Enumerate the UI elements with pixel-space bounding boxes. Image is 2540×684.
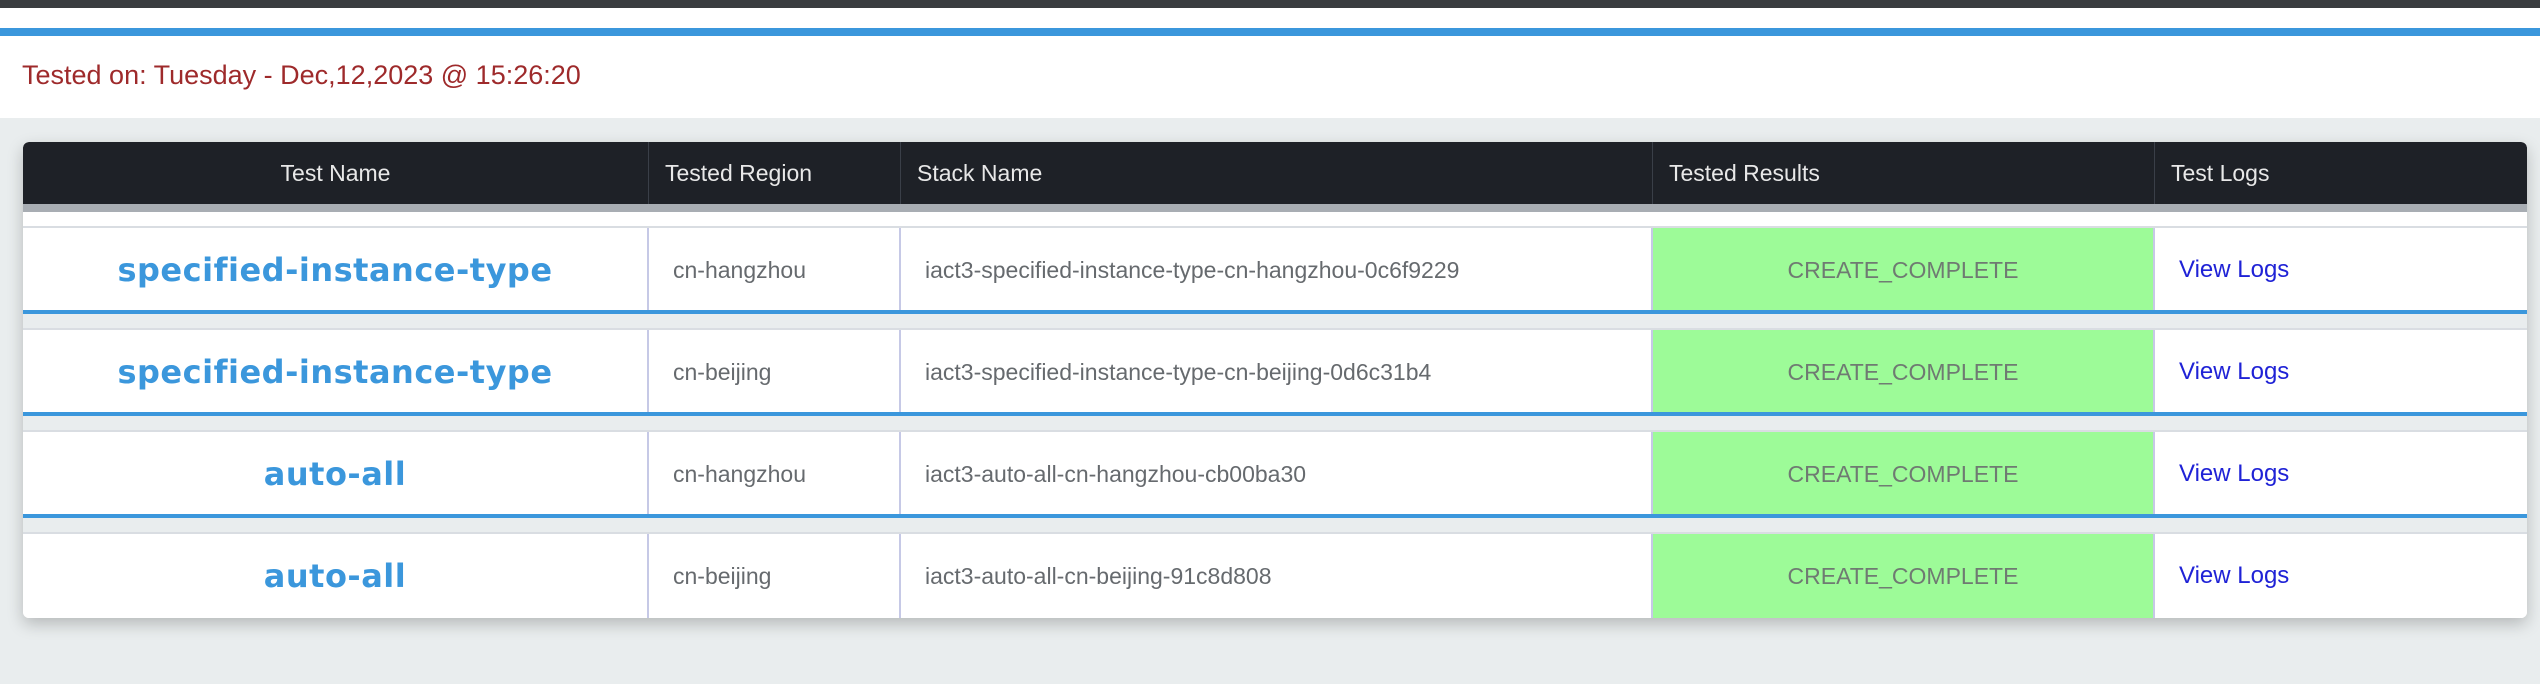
table-row: auto-all cn-hangzhou iact3-auto-all-cn-h… bbox=[23, 430, 2527, 516]
result-status-cell: CREATE_COMPLETE bbox=[1653, 330, 2155, 414]
top-dark-bar bbox=[0, 0, 2540, 8]
logs-cell: View Logs bbox=[2155, 330, 2527, 414]
table-row: specified-instance-type cn-beijing iact3… bbox=[23, 328, 2527, 414]
stack-name-cell: iact3-specified-instance-type-cn-hangzho… bbox=[901, 228, 1653, 312]
header-stack-name: Stack Name bbox=[901, 142, 1653, 204]
row-gap bbox=[23, 314, 2527, 328]
result-status-cell: CREATE_COMPLETE bbox=[1653, 228, 2155, 312]
top-accent-line bbox=[0, 28, 2540, 36]
test-name-cell: auto-all bbox=[23, 534, 649, 618]
header-test-logs: Test Logs bbox=[2171, 160, 2270, 186]
top-gap bbox=[0, 8, 2540, 28]
stack-name-cell: iact3-specified-instance-type-cn-beijing… bbox=[901, 330, 1653, 414]
result-status-cell: CREATE_COMPLETE bbox=[1653, 534, 2155, 618]
result-status-cell: CREATE_COMPLETE bbox=[1653, 432, 2155, 516]
header-tested-results: Tested Results bbox=[1653, 142, 2155, 204]
tested-banner: Tested on: Tuesday - Dec,12,2023 @ 15:26… bbox=[0, 36, 2540, 118]
region-cell: cn-hangzhou bbox=[649, 228, 901, 312]
header-tested-region: Tested Region bbox=[649, 142, 901, 204]
logs-cell: View Logs bbox=[2155, 228, 2527, 312]
view-logs-link[interactable]: View Logs bbox=[2179, 460, 2289, 487]
view-logs-link[interactable]: View Logs bbox=[2179, 358, 2289, 385]
row-gap bbox=[23, 416, 2527, 430]
tested-on-text: Tested on: Tuesday - Dec,12,2023 @ 15:26… bbox=[22, 60, 581, 90]
view-logs-link[interactable]: View Logs bbox=[2179, 256, 2289, 283]
region-cell: cn-hangzhou bbox=[649, 432, 901, 516]
test-name-cell: specified-instance-type bbox=[23, 228, 649, 312]
stack-name-cell: iact3-auto-all-cn-beijing-91c8d808 bbox=[901, 534, 1653, 618]
stack-name-cell: iact3-auto-all-cn-hangzhou-cb00ba30 bbox=[901, 432, 1653, 516]
logs-cell: View Logs bbox=[2155, 534, 2527, 618]
test-name-cell: auto-all bbox=[23, 432, 649, 516]
header-underline bbox=[23, 204, 2527, 212]
view-logs-link[interactable]: View Logs bbox=[2179, 562, 2289, 589]
region-cell: cn-beijing bbox=[649, 534, 901, 618]
table-row: auto-all cn-beijing iact3-auto-all-cn-be… bbox=[23, 532, 2527, 618]
region-cell: cn-beijing bbox=[649, 330, 901, 414]
table-header: Test Name Tested Region Stack Name Teste… bbox=[23, 142, 2527, 204]
results-table: Test Name Tested Region Stack Name Teste… bbox=[23, 142, 2527, 618]
test-name-cell: specified-instance-type bbox=[23, 330, 649, 414]
header-test-name: Test Name bbox=[23, 142, 649, 204]
table-row: specified-instance-type cn-hangzhou iact… bbox=[23, 226, 2527, 312]
logs-cell: View Logs bbox=[2155, 432, 2527, 516]
row-gap bbox=[23, 518, 2527, 532]
